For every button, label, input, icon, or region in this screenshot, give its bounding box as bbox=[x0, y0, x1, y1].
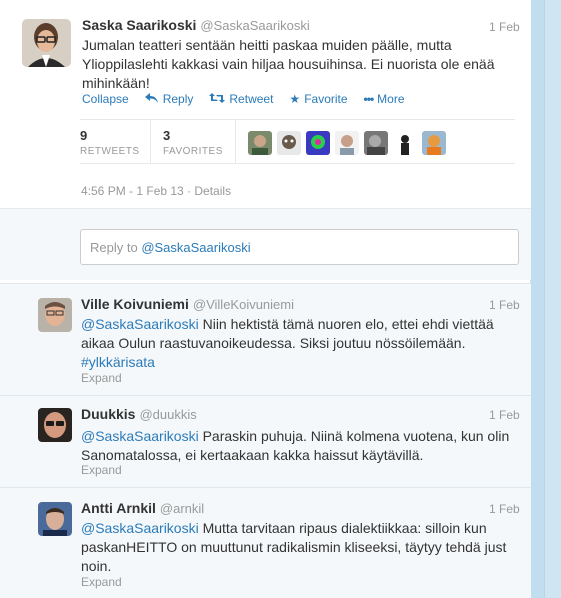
reply-tweet[interactable]: Duukkis @duukkis 1 Feb @SaskaSaarikoski P… bbox=[0, 395, 531, 487]
tweet-header: Saska Saarikoski @SaskaSaarikoski bbox=[82, 17, 310, 33]
reply-tweet[interactable]: Antti Arnkil @arnkil 1 Feb @SaskaSaarikos… bbox=[0, 487, 531, 598]
tweet-text-line: Jumalan teatteri sentään heitti paskaa m… bbox=[82, 37, 452, 53]
tweet-stream: Saska Saarikoski @SaskaSaarikoski 1 Feb J… bbox=[0, 0, 531, 598]
avatar[interactable] bbox=[422, 131, 446, 155]
reply-label: Reply bbox=[162, 92, 194, 106]
tweet-text-line: aikaa Oulun raastuvanoikeudessa. Siksi j… bbox=[81, 335, 466, 351]
tweet-text: @SaskaSaarikoski Niin hektistä tämä nuor… bbox=[81, 315, 526, 372]
avatar[interactable] bbox=[364, 131, 388, 155]
tweet-text: Jumalan teatteri sentään heitti paskaa m… bbox=[82, 36, 522, 93]
reply-header: Ville Koivuniemi @VilleKoivuniemi bbox=[81, 296, 294, 312]
page-background-strip bbox=[544, 0, 561, 598]
collapse-label: Collapse bbox=[82, 92, 129, 106]
stat-divider bbox=[150, 120, 151, 164]
collapse-link[interactable]: Collapse bbox=[82, 92, 129, 106]
tweet-date[interactable]: 1 Feb bbox=[489, 298, 520, 312]
tweet-text-line: mihinkään! bbox=[82, 75, 150, 91]
expanded-tweet: Saska Saarikoski @SaskaSaarikoski 1 Feb J… bbox=[0, 0, 531, 280]
favoriter-avatars bbox=[248, 131, 446, 155]
retweets-label: RETWEETS bbox=[80, 146, 140, 157]
author-handle[interactable]: @arnkil bbox=[160, 501, 204, 516]
retweet-label: Retweet bbox=[229, 92, 274, 106]
tweet-date[interactable]: 1 Feb bbox=[489, 502, 520, 516]
favorite-label: Favorite bbox=[304, 92, 348, 106]
mention-link[interactable]: @SaskaSaarikoski bbox=[81, 316, 199, 332]
tweet-text-line: noin. bbox=[81, 558, 112, 574]
author-name[interactable]: Duukkis bbox=[81, 406, 135, 422]
avatar[interactable] bbox=[306, 131, 330, 155]
favorites-count: 3 bbox=[163, 128, 171, 143]
more-label: More bbox=[377, 92, 405, 106]
tweet-timestamp[interactable]: 4:56 PM - 1 Feb 13 · Details bbox=[81, 184, 231, 198]
author-handle[interactable]: @SaskaSaarikoski bbox=[200, 18, 309, 33]
tweet-text: @SaskaSaarikoski Mutta tarvitaan ripaus … bbox=[81, 519, 526, 576]
mention-link[interactable]: @SaskaSaarikoski bbox=[81, 428, 199, 444]
reply-mention: @SaskaSaarikoski bbox=[141, 240, 251, 255]
reply-prefix: Reply to bbox=[90, 240, 142, 255]
hashtag-link[interactable]: #ylkkärisata bbox=[81, 354, 155, 370]
reply-icon bbox=[144, 92, 159, 106]
favorites-label: FAVORITES bbox=[163, 146, 223, 157]
tweet-text-line: paskanHEITTO on muuttunut radikalismin k… bbox=[81, 539, 507, 555]
tweet-text-part: Paraskin puhuja. Niinä kolmena vuotena, … bbox=[198, 428, 510, 444]
avatar[interactable] bbox=[248, 131, 272, 155]
tweet-text: @SaskaSaarikoski Paraskin puhuja. Niinä … bbox=[81, 427, 526, 465]
more-dots-icon: ••• bbox=[363, 92, 375, 106]
tweet-text-line: Sanomatalossa, ei kertaakaan kakka haiss… bbox=[81, 447, 424, 463]
tweet-text-part: Mutta tarvitaan ripaus dialektiikkaa: si… bbox=[198, 520, 487, 536]
author-name[interactable]: Antti Arnkil bbox=[81, 500, 156, 516]
tweet-stats: 9 RETWEETS 3 FAVORITES bbox=[80, 119, 515, 164]
author-handle[interactable]: @duukkis bbox=[139, 407, 196, 422]
author-name[interactable]: Saska Saarikoski bbox=[82, 17, 196, 33]
reply-header: Antti Arnkil @arnkil bbox=[81, 500, 204, 516]
avatar[interactable] bbox=[38, 298, 72, 332]
tweet-text-line: Ylioppilaslehti kakkasi vain hiljaa hous… bbox=[82, 56, 495, 72]
avatar[interactable] bbox=[38, 408, 72, 442]
stat-divider bbox=[235, 120, 236, 164]
avatar[interactable] bbox=[38, 502, 72, 536]
favorite-button[interactable]: ★ Favorite bbox=[289, 92, 347, 106]
reply-area: Reply to @SaskaSaarikoski bbox=[0, 208, 531, 280]
reply-input[interactable]: Reply to @SaskaSaarikoski bbox=[80, 229, 519, 265]
favorites-stat[interactable]: 3 FAVORITES bbox=[163, 128, 223, 157]
star-icon: ★ bbox=[289, 92, 301, 106]
reply-header: Duukkis @duukkis bbox=[81, 406, 197, 422]
retweet-icon bbox=[209, 92, 226, 106]
avatar[interactable] bbox=[393, 131, 417, 155]
avatar[interactable] bbox=[335, 131, 359, 155]
tweet-actions: Collapse Reply Retweet ★ Favorite ••• Mo… bbox=[82, 92, 405, 106]
retweet-button[interactable]: Retweet bbox=[209, 92, 273, 106]
author-handle[interactable]: @VilleKoivuniemi bbox=[193, 297, 294, 312]
author-name[interactable]: Ville Koivuniemi bbox=[81, 296, 189, 312]
expand-link[interactable]: Expand bbox=[81, 575, 122, 589]
more-button[interactable]: ••• More bbox=[364, 92, 405, 106]
expand-link[interactable]: Expand bbox=[81, 463, 122, 477]
mention-link[interactable]: @SaskaSaarikoski bbox=[81, 520, 199, 536]
tweet-date[interactable]: 1 Feb bbox=[489, 20, 520, 34]
retweets-stat[interactable]: 9 RETWEETS bbox=[80, 128, 140, 157]
retweets-count: 9 bbox=[80, 128, 88, 143]
reply-button[interactable]: Reply bbox=[144, 92, 194, 106]
tweet-date[interactable]: 1 Feb bbox=[489, 408, 520, 422]
reply-tweet[interactable]: Ville Koivuniemi @VilleKoivuniemi 1 Feb @… bbox=[0, 283, 531, 395]
expand-link[interactable]: Expand bbox=[81, 371, 122, 385]
tweet-text-part: Niin hektistä tämä nuoren elo, ettei ehd… bbox=[198, 316, 494, 332]
avatar[interactable] bbox=[22, 19, 71, 67]
avatar[interactable] bbox=[277, 131, 301, 155]
